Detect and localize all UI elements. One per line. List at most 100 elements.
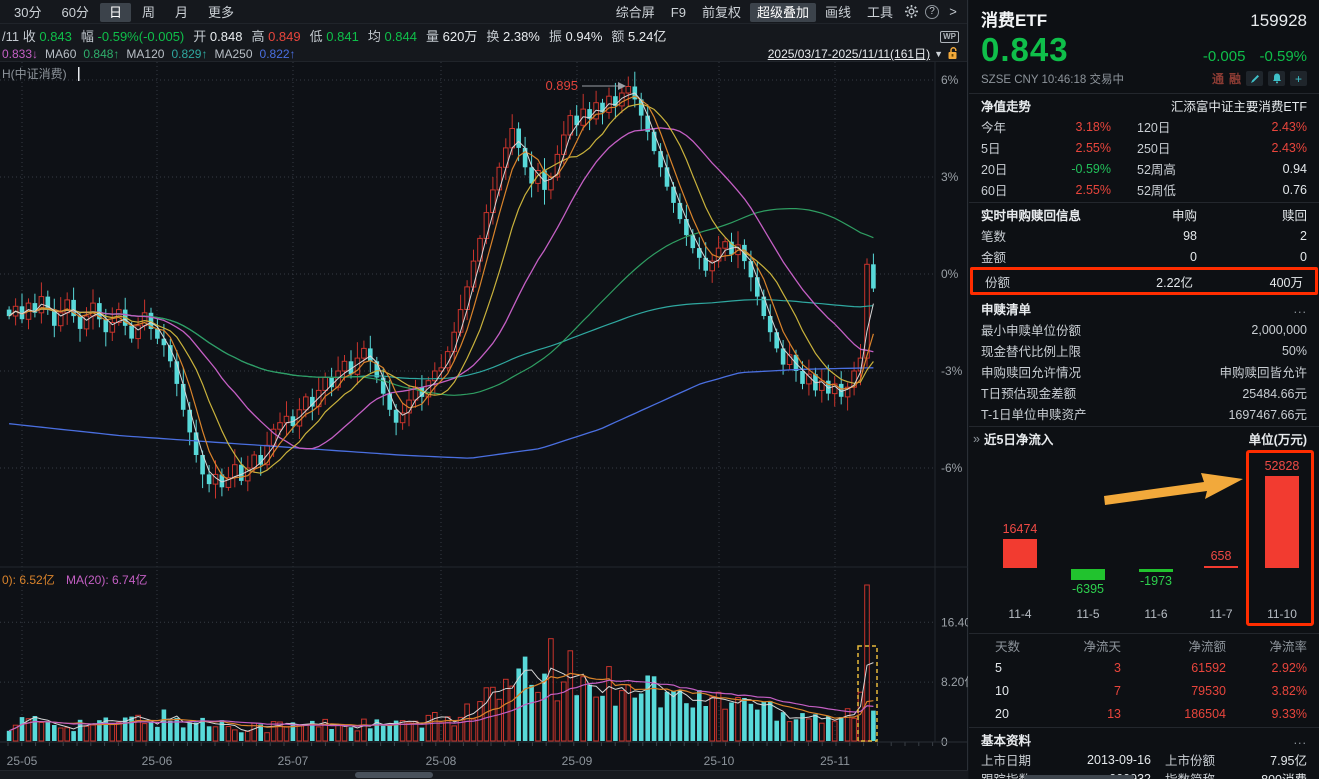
nav-row: 20日-0.59% 52周高0.94 <box>969 158 1319 179</box>
row-value: 0 <box>1197 250 1307 264</box>
cell: 13 <box>1041 707 1121 721</box>
divider <box>969 426 1319 427</box>
inflow-date-label: 11-6 <box>1121 607 1191 621</box>
change-value: -0.005 <box>1203 48 1246 65</box>
highlight-box-11-10 <box>1246 450 1314 626</box>
row-value: 800消费 <box>1261 769 1307 779</box>
basic-section-header: 基本资料 ... <box>969 729 1319 750</box>
nav-label: 120日 <box>1137 117 1272 136</box>
edit-pencil-icon[interactable] <box>1246 71 1263 86</box>
row-value: 400万 <box>1193 272 1303 291</box>
purchase-section-header: 实时申购赎回信息 申购 赎回 <box>969 204 1319 225</box>
cell: 5 <box>981 661 1041 675</box>
row-value: 98 <box>1006 229 1197 243</box>
svg-text:6%: 6% <box>941 73 959 87</box>
range-dropdown-icon[interactable]: ▼ <box>934 49 943 59</box>
tool-超级叠加[interactable]: 超级叠加 <box>750 3 816 22</box>
nav-row: 60日2.55% 52周低0.76 <box>969 179 1319 200</box>
stat-item: 振 0.94% <box>549 29 603 44</box>
cell: 9.33% <box>1226 707 1307 721</box>
chevron-right-icon[interactable]: > <box>943 3 963 21</box>
more-icon[interactable]: ... <box>1294 302 1307 316</box>
nav-label: 52周高 <box>1137 159 1283 178</box>
purchase-row: 笔数 98 2 <box>969 225 1319 246</box>
svg-text:16.40亿: 16.40亿 <box>941 614 968 629</box>
period-toolbar: 30分60分日周月更多 综合屏F9前复权超级叠加画线工具 ? > <box>0 0 967 24</box>
purchase-row-share: 份额 2.22亿 400万 <box>973 270 1315 292</box>
inflow-bar-11-6 <box>1139 569 1173 572</box>
tools-group: 综合屏F9前复权超级叠加画线工具 <box>608 2 901 21</box>
exchange-status: SZSE CNY 10:46:18 交易中 <box>981 71 1124 87</box>
stat-item: 幅 -0.59%(-0.005) <box>81 29 184 44</box>
add-plus-icon[interactable]: + <box>1290 71 1307 86</box>
svg-text:25-08: 25-08 <box>426 754 457 768</box>
tool-前复权[interactable]: 前复权 <box>695 3 748 22</box>
more-icon[interactable]: ... <box>1294 733 1307 747</box>
ma-legend-bar: 0.833↓MA600.848↑MA1200.829↑MA2500.822↑ 2… <box>0 46 967 62</box>
nav-value: 2.43% <box>1272 141 1307 155</box>
basic-title: 基本资料 <box>981 730 1031 749</box>
redemption-row: T日预估现金差额25484.66元 <box>969 382 1319 403</box>
inflow-value-label: -1973 <box>1121 574 1191 588</box>
kline-chart-svg[interactable]: 25-0525-0625-0725-0825-0925-1025-116%3%0… <box>0 62 968 779</box>
margin-badge-rong: 融 <box>1229 70 1241 87</box>
svg-text:25-07: 25-07 <box>278 754 309 768</box>
date-range[interactable]: 2025/03/17-2025/11/11(161日) <box>768 46 930 62</box>
row-value: 2.22亿 <box>1010 272 1193 291</box>
help-icon[interactable]: ? <box>925 5 939 19</box>
period-tab-周[interactable]: 周 <box>133 3 164 22</box>
ma-legend-item: 0.829↑ <box>171 47 207 61</box>
tool-工具[interactable]: 工具 <box>860 3 900 22</box>
stat-item: 额 5.24亿 <box>611 29 666 44</box>
nav-value: -0.59% <box>1039 162 1111 176</box>
stat-item: /11 收 0.843 <box>2 29 72 44</box>
trading-terminal: 30分60分日周月更多 综合屏F9前复权超级叠加画线工具 ? > /11 收 0… <box>0 0 1319 779</box>
kline-chart-area[interactable]: 25-0525-0625-0725-0825-0925-1025-116%3%0… <box>0 62 968 779</box>
inflow-bar-11-4 <box>1003 539 1037 568</box>
collapse-chevrons-icon[interactable]: » <box>973 432 980 446</box>
table-row: 5 3 61592 2.92% <box>969 656 1319 679</box>
svg-text:-3%: -3% <box>941 364 963 378</box>
period-tab-30分[interactable]: 30分 <box>5 3 50 22</box>
row-label: 指数简称 <box>1165 769 1261 779</box>
divider <box>969 633 1319 634</box>
scrollbar-thumb[interactable] <box>355 772 433 778</box>
wp-icon[interactable]: WP <box>940 27 959 43</box>
ma-legend-item: 0.848↑ <box>83 47 119 61</box>
inflow-date-label: 11-5 <box>1053 607 1123 621</box>
unlock-icon[interactable] <box>947 47 959 60</box>
cell: 61592 <box>1121 661 1226 675</box>
nav-label: 今年 <box>981 117 1039 136</box>
tool-F9[interactable]: F9 <box>664 3 693 22</box>
chart-horizontal-scrollbar[interactable] <box>0 770 968 779</box>
svg-text:MA(20): 6.74亿: MA(20): 6.74亿 <box>66 572 147 587</box>
nav-value: 2.55% <box>1039 183 1111 197</box>
nav-value: 2.43% <box>1272 120 1307 134</box>
table-row: 10 7 79530 3.82% <box>969 679 1319 702</box>
tool-画线[interactable]: 画线 <box>818 3 858 22</box>
table-row: 20 13 186504 9.33% <box>969 702 1319 725</box>
svg-text:H(中证消费): H(中证消费) <box>2 66 67 81</box>
row-value: 0 <box>1006 250 1197 264</box>
tool-综合屏[interactable]: 综合屏 <box>609 3 662 22</box>
ma-legend: 0.833↓MA600.848↑MA1200.829↑MA2500.822↑ <box>2 47 303 61</box>
nav-title: 净值走势 <box>981 96 1031 115</box>
nav-label: 20日 <box>981 159 1039 178</box>
panel-scrollbar[interactable] <box>1024 775 1134 779</box>
nav-value: 2.55% <box>1039 141 1111 155</box>
redemption-row: 申购赎回允许情况申购赎回皆允许 <box>969 361 1319 382</box>
col-header: 天数 <box>981 636 1041 655</box>
ma-legend-item: 0.822↑ <box>260 47 296 61</box>
ma-legend-item: MA250 <box>214 47 252 61</box>
stat-item: 高 0.849 <box>251 29 300 44</box>
period-tab-60分[interactable]: 60分 <box>52 3 97 22</box>
inflow-value-label: -6395 <box>1053 582 1123 596</box>
period-tab-日[interactable]: 日 <box>100 3 131 22</box>
svg-text:25-11: 25-11 <box>820 754 850 768</box>
flow-table-header: 天数 净流天 净流额 净流率 <box>969 635 1319 656</box>
share-row-highlight-box: 份额 2.22亿 400万 <box>970 267 1318 295</box>
alert-bell-icon[interactable] <box>1268 71 1285 86</box>
period-tab-月[interactable]: 月 <box>166 3 197 22</box>
gear-icon[interactable] <box>901 3 921 21</box>
period-tab-更多[interactable]: 更多 <box>199 3 243 22</box>
